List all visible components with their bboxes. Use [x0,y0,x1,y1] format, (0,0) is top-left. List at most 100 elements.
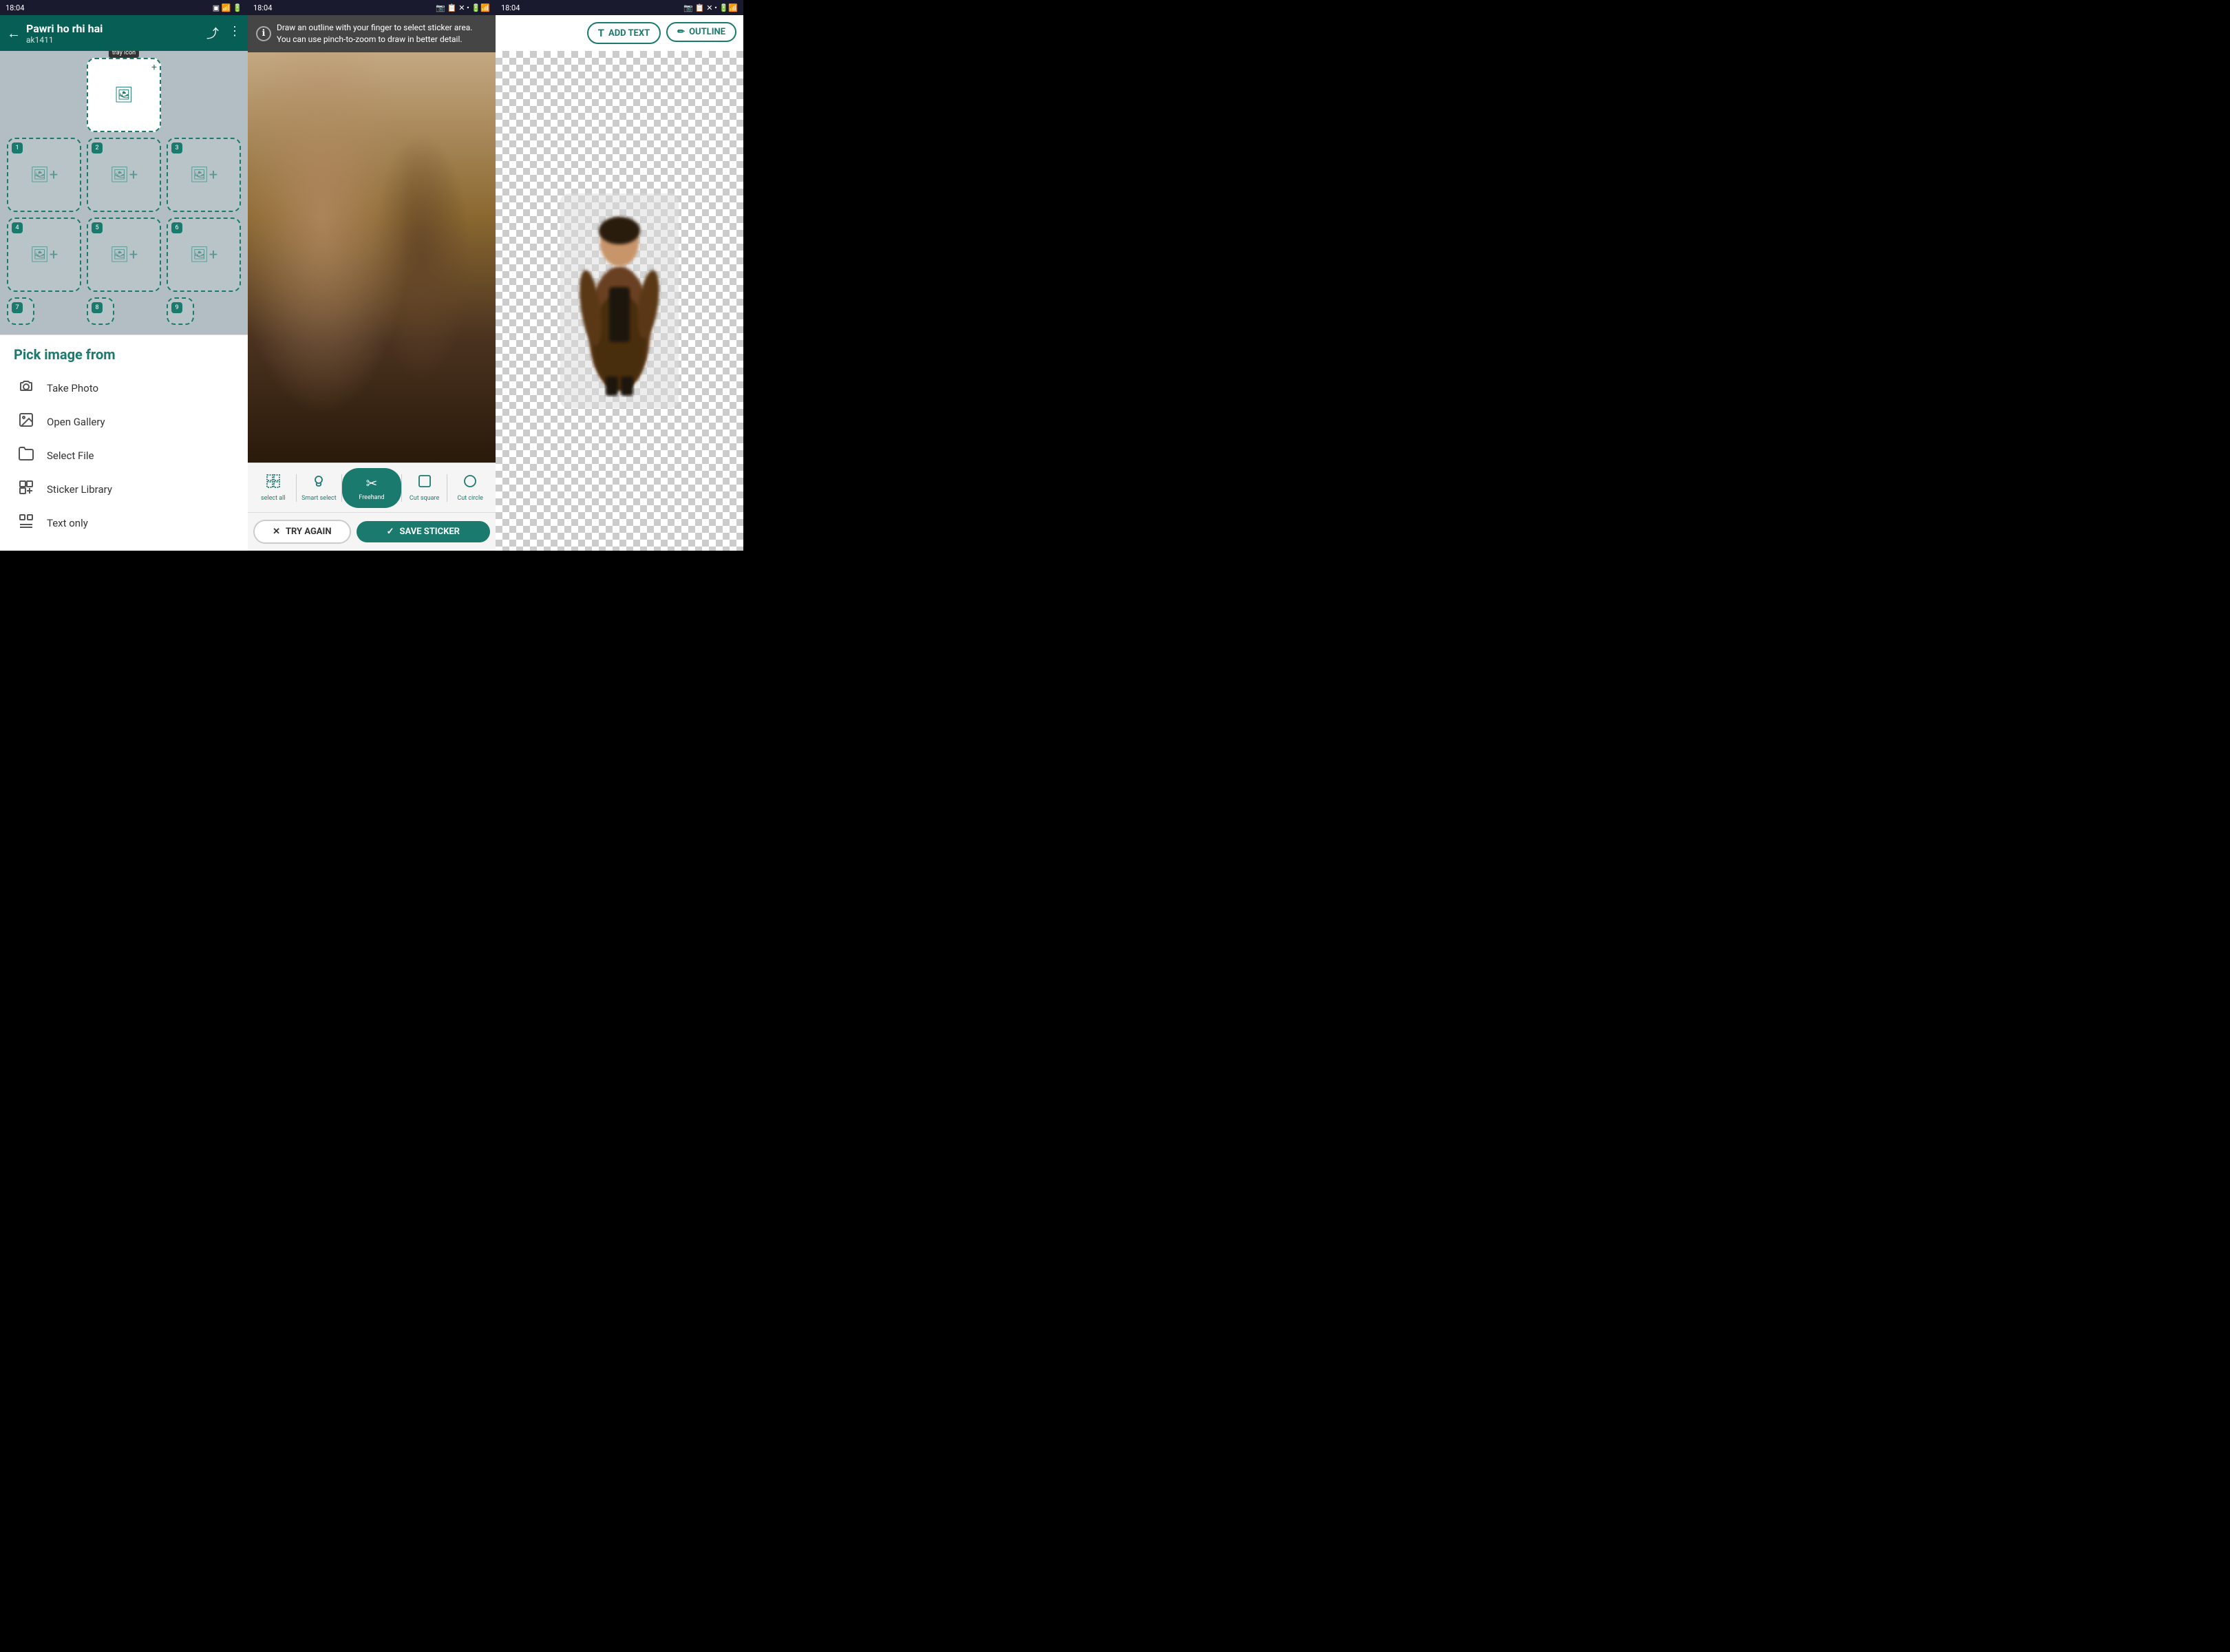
tool-freehand[interactable]: ✂ Freehand [342,468,401,508]
info-line2: You can use pinch-to-zoom to draw in bet… [277,34,463,44]
cell-number-5: 5 [92,222,103,233]
chat-subtitle: ak1411 [26,35,201,45]
menu-icon[interactable]: ⋮ [229,24,241,42]
share-icon[interactable]: ⤴ [206,24,219,42]
add-sticker-6-icon: 🖼+ [190,246,217,264]
tray-image-icon: 🖼 [114,87,134,104]
sticker-grid-row2: 1 🖼+ 2 🖼+ 3 🖼+ [7,138,241,212]
sticker-person [571,204,668,397]
menu-item-select-file[interactable]: Select File [14,438,234,472]
folder-icon [17,445,36,465]
sticker-grid-row4: 7 8 9 [7,297,241,325]
try-again-x-icon: ✕ [273,527,280,537]
sticker-library-icon [17,479,36,499]
person-svg [571,204,668,397]
smart-select-label: Smart select [301,495,337,502]
select-all-icon [266,474,281,492]
freehand-label: Freehand [359,494,384,501]
panel-whatsapp: 18:04 ▣ 📶 🔋 ← Pawri ho rhi hai ak1411 ⤴ … [0,0,248,551]
editor-top-bar: ℹ Draw an outline with your finger to se… [248,15,496,52]
sticker-cell-3[interactable]: 3 🖼+ [167,138,241,212]
sticker-cell-1[interactable]: 1 🖼+ [7,138,81,212]
menu-item-text-only[interactable]: Text only [14,506,234,540]
cell-number-7: 7 [12,302,23,313]
bottom-sheet: Pick image from Take Photo Open Gallery [0,335,248,551]
cut-square-label: Cut square [410,495,439,502]
add-text-button[interactable]: T ADD TEXT [587,22,661,44]
time-3: 18:04 [501,3,520,12]
action-buttons: ✕ TRY AGAIN ✓ SAVE STICKER [248,512,496,551]
time-2: 18:04 [253,3,272,12]
sticker-cell-7[interactable]: 7 [7,297,34,325]
cell-number-6: 6 [171,222,182,233]
tray-icon-cell[interactable]: tray icon 🖼 + [87,58,161,132]
cell-number-4: 4 [12,222,23,233]
freehand-icon: ✂ [366,475,378,491]
menu-item-open-gallery[interactable]: Open Gallery [14,405,234,438]
sticker-grid: tray icon 🖼 + [7,58,241,135]
smart-select-icon [311,474,326,492]
preview-status-icons: 📷 📋 ✕ • 🔋📶 [683,3,738,12]
tool-smart-select[interactable]: Smart select [297,469,342,506]
panel-editor: 18:04 📷 📋 ✕ • 🔋📶 ℹ Draw an outline with … [248,0,496,551]
cell-number-1: 1 [12,142,23,153]
add-sticker-4-icon: 🖼+ [30,246,58,264]
pick-image-title: Pick image from [14,346,234,363]
text-only-label: Text only [47,517,88,529]
open-gallery-label: Open Gallery [47,416,105,428]
sticker-cell-9[interactable]: 9 [167,297,194,325]
cut-circle-label: Cut circle [457,495,483,502]
outline-pencil-icon: ✏ [677,27,685,37]
back-button[interactable]: ← [7,25,21,42]
time-1: 18:04 [6,3,24,12]
sticker-cell-4[interactable]: 4 🖼+ [7,218,81,292]
status-bar-2: 18:04 📷 📋 ✕ • 🔋📶 [248,0,496,15]
image-canvas[interactable] [248,52,496,463]
chat-title-section: Pawri ho rhi hai ak1411 [26,22,201,45]
select-file-label: Select File [47,449,94,462]
panel-preview: 18:04 📷 📋 ✕ • 🔋📶 T ADD TEXT ✏ OUTLINE [496,0,743,551]
tool-cut-square[interactable]: Cut square [402,469,447,506]
add-sticker-3-icon: 🖼+ [190,167,217,184]
menu-item-take-photo[interactable]: Take Photo [14,371,234,405]
add-text-T-icon: T [598,27,604,39]
outline-button[interactable]: ✏ OUTLINE [666,22,736,42]
tool-cut-circle[interactable]: Cut circle [447,469,493,506]
status-bar-3: 18:04 📷 📋 ✕ • 🔋📶 [496,0,743,15]
sticker-cell-5[interactable]: 5 🖼+ [87,218,161,292]
status-bar-1: 18:04 ▣ 📶 🔋 [0,0,248,15]
outline-label: OUTLINE [689,27,725,37]
whatsapp-header: ← Pawri ho rhi hai ak1411 ⤴ ⋮ [0,15,248,51]
sticker-grid-area: tray icon 🖼 + 1 🖼+ 2 🖼+ 3 🖼+ 4 [0,51,248,335]
chat-title: Pawri ho rhi hai [26,22,201,35]
preview-canvas [496,51,743,551]
tray-label: tray icon [109,51,139,58]
try-again-button[interactable]: ✕ TRY AGAIN [253,520,351,544]
cut-circle-icon [463,474,478,492]
add-sticker-5-icon: 🖼+ [110,246,138,264]
info-text: Draw an outline with your finger to sele… [277,22,472,45]
save-sticker-label: SAVE STICKER [399,527,460,537]
preview-header: T ADD TEXT ✏ OUTLINE [496,15,743,51]
cell-number-2: 2 [92,142,103,153]
sticker-card [560,193,679,408]
status-icons-1: ▣ 📶 🔋 [213,3,242,12]
header-icons: ⤴ ⋮ [206,24,241,42]
cut-square-icon [417,474,432,492]
try-again-label: TRY AGAIN [286,527,332,537]
save-sticker-button[interactable]: ✓ SAVE STICKER [357,521,490,542]
add-sticker-1-icon: 🖼+ [30,167,58,184]
sticker-cell-6[interactable]: 6 🖼+ [167,218,241,292]
info-line1: Draw an outline with your finger to sele… [277,23,472,32]
tray-add-icon: + [151,62,157,73]
sticker-cell-8[interactable]: 8 [87,297,114,325]
room-photo [248,52,496,463]
sticker-cell-2[interactable]: 2 🖼+ [87,138,161,212]
menu-item-sticker-library[interactable]: Sticker Library [14,472,234,506]
save-check-icon: ✓ [387,527,394,537]
add-sticker-2-icon: 🖼+ [110,167,138,184]
info-icon: ℹ [256,26,271,41]
tool-select-all[interactable]: select all [251,469,296,506]
add-text-label: ADD TEXT [608,28,650,39]
editor-toolbar: select all Smart select ✂ Freehand [248,463,496,512]
